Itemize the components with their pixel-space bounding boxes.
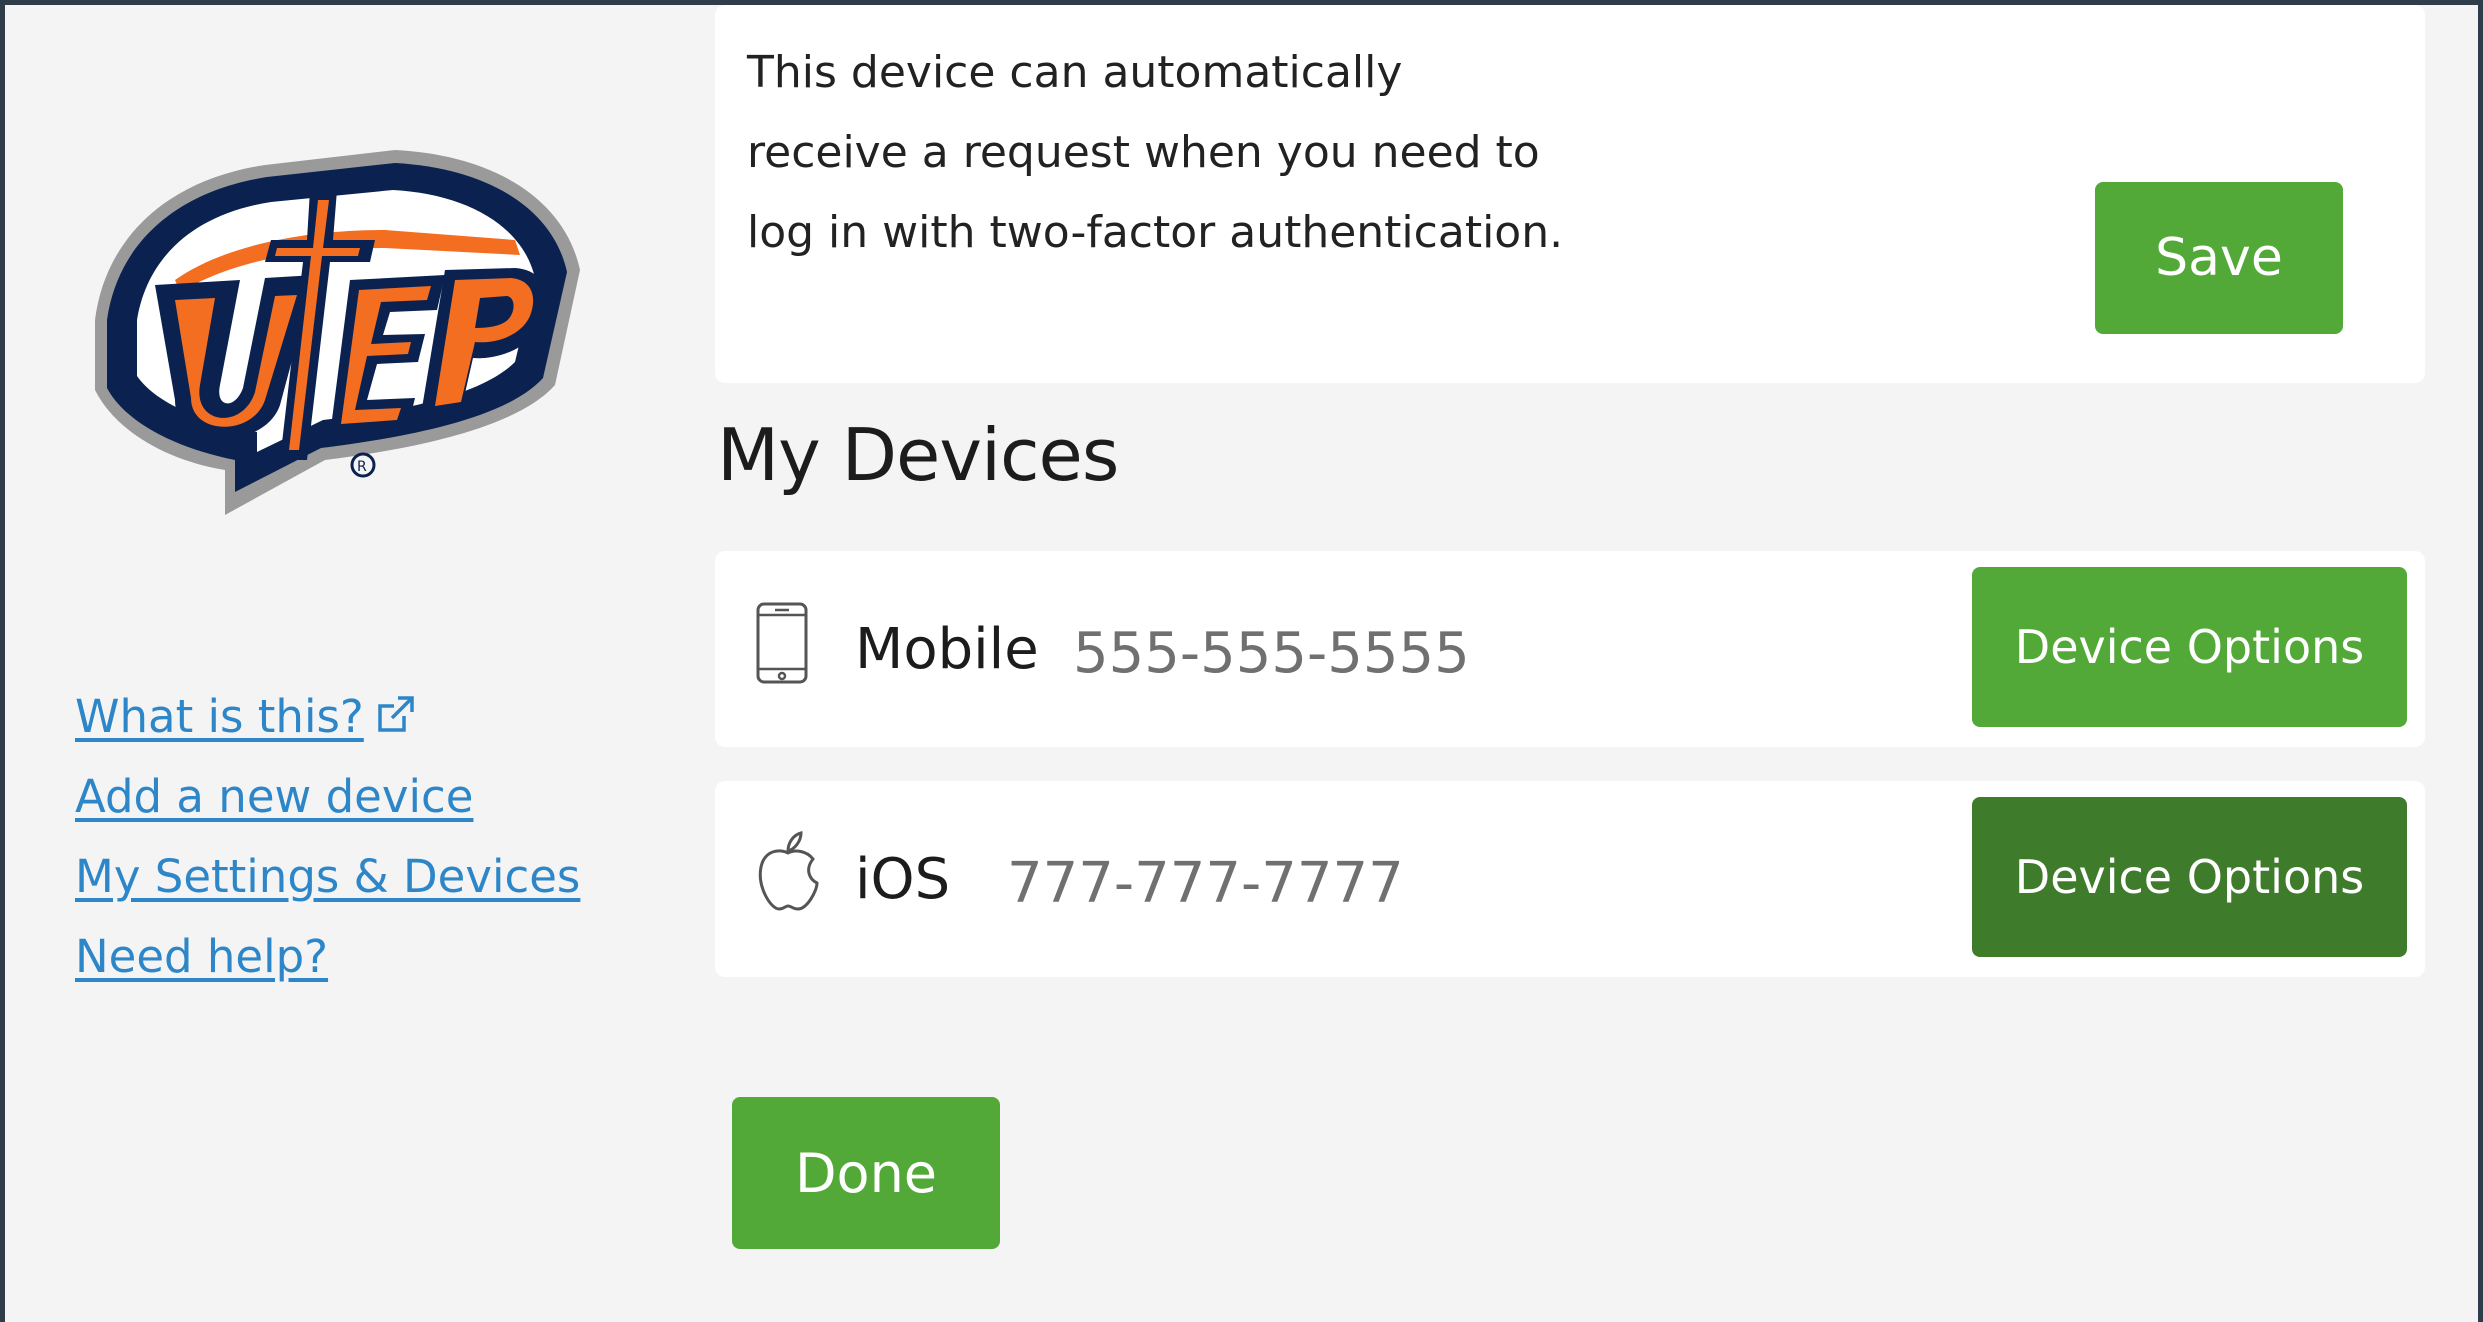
settings-frame: R What is this? Add a new device My Sett… [0, 0, 2483, 1322]
device-number: 555-555-5555 [1073, 621, 1470, 686]
save-button[interactable]: Save [2095, 182, 2343, 334]
device-row-ios: iOS 777-777-7777 Device Options [715, 781, 2425, 977]
my-devices-heading: My Devices [717, 413, 1119, 497]
external-link-icon [378, 696, 414, 732]
smartphone-icon [756, 602, 808, 684]
device-options-button-mobile[interactable]: Device Options [1972, 567, 2407, 727]
auto-request-panel: This device can automatically receive a … [715, 5, 2425, 383]
need-help-link[interactable]: Need help? [75, 917, 580, 997]
my-settings-devices-link[interactable]: My Settings & Devices [75, 837, 580, 917]
device-options-button-ios[interactable]: Device Options [1972, 797, 2407, 957]
apple-icon [758, 831, 819, 911]
device-number: 777-777-7777 [1007, 851, 1404, 916]
done-button[interactable]: Done [732, 1097, 1000, 1249]
device-row-mobile: Mobile 555-555-5555 Device Options [715, 551, 2425, 747]
device-name: Mobile [855, 617, 1039, 682]
utep-logo: R [95, 150, 580, 515]
what-is-this-link[interactable]: What is this? [75, 677, 580, 757]
add-new-device-link[interactable]: Add a new device [75, 757, 580, 837]
what-is-this-label: What is this? [75, 690, 364, 743]
device-name: iOS [855, 847, 951, 912]
side-links: What is this? Add a new device My Settin… [75, 677, 580, 997]
svg-text:R: R [357, 459, 367, 475]
auto-request-text: This device can automatically receive a … [747, 47, 1564, 258]
